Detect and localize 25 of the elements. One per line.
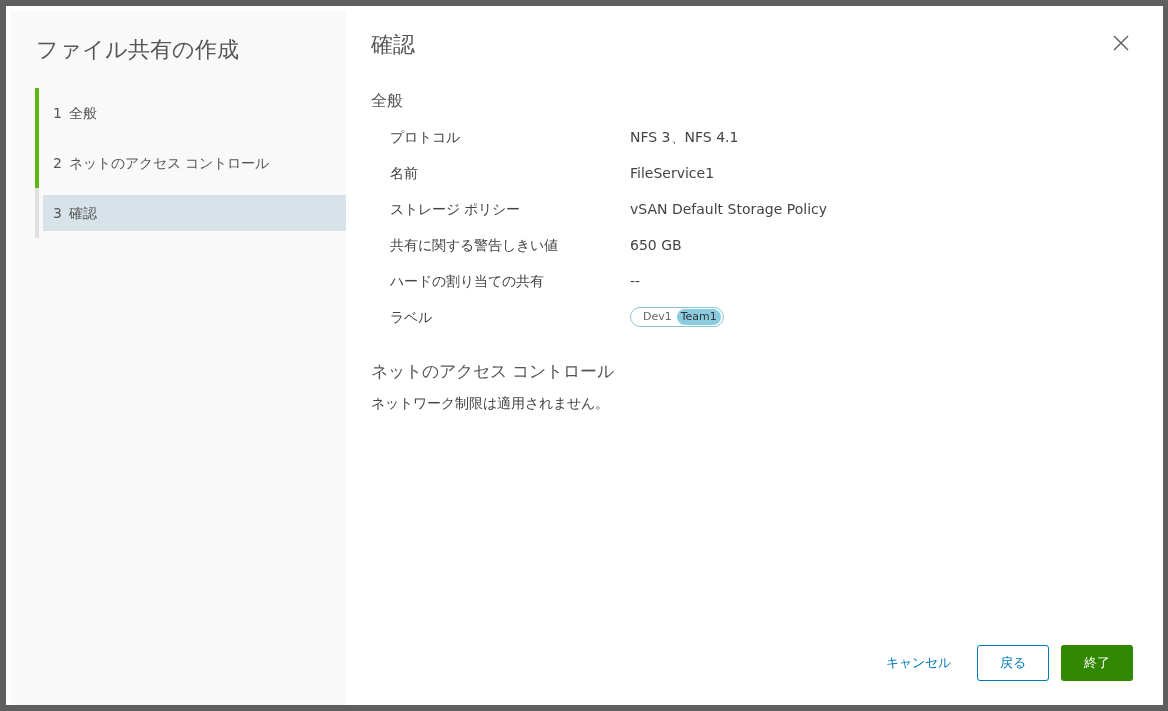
field-label: プロトコル bbox=[390, 127, 461, 147]
field-label: ラベル bbox=[390, 307, 433, 327]
field-value: vSAN Default Storage Policy bbox=[630, 199, 828, 219]
finish-button[interactable]: 終了 bbox=[1061, 645, 1133, 681]
field-label: ストレージ ポリシー bbox=[390, 199, 522, 219]
wizard-step[interactable]: 3 確認 bbox=[43, 195, 346, 231]
field-value: NFS 3、NFS 4.1 bbox=[630, 127, 739, 147]
dialog-title: ファイル共有の作成 bbox=[35, 36, 240, 64]
close-icon bbox=[1113, 35, 1129, 51]
wizard-step[interactable]: 2 ネットのアクセス コントロール bbox=[43, 138, 346, 188]
field-value: -- bbox=[630, 271, 641, 291]
back-button[interactable]: 戻る bbox=[977, 645, 1049, 681]
cancel-link[interactable]: キャンセル bbox=[872, 645, 965, 681]
tag-value: Team1 bbox=[676, 308, 721, 326]
field-label: 名前 bbox=[390, 163, 419, 183]
field-label: 共有に関する警告しきい値 bbox=[390, 235, 559, 255]
section-heading: ネットのアクセス コントロール bbox=[371, 360, 616, 383]
wizard-step[interactable]: 1 全般 bbox=[43, 88, 346, 138]
info-text: ネットワーク制限は適用されません。 bbox=[371, 393, 610, 413]
field-value: FileService1 bbox=[630, 163, 715, 183]
section-heading: 全般 bbox=[371, 90, 404, 112]
tag-category: Dev1 bbox=[643, 308, 672, 325]
field-value: 650 GB bbox=[630, 235, 682, 255]
page-title: 確認 bbox=[371, 31, 415, 59]
field-label: ハードの割り当ての共有 bbox=[390, 271, 545, 291]
